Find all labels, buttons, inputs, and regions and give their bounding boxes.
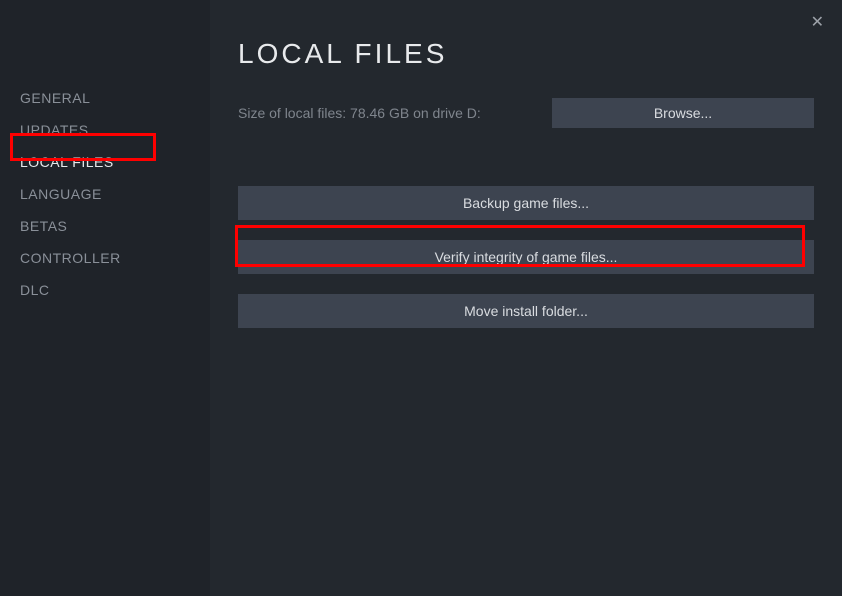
move-install-button[interactable]: Move install folder... xyxy=(238,294,814,328)
sidebar-item-general[interactable]: GENERAL xyxy=(0,82,210,114)
page-title: LOCAL FILES xyxy=(238,38,814,70)
sidebar-item-controller[interactable]: CONTROLLER xyxy=(0,242,210,274)
main-panel: ✕ LOCAL FILES Size of local files: 78.46… xyxy=(210,0,842,596)
sidebar-item-dlc[interactable]: DLC xyxy=(0,274,210,306)
sidebar: GENERAL UPDATES LOCAL FILES LANGUAGE BET… xyxy=(0,0,210,596)
size-info-text: Size of local files: 78.46 GB on drive D… xyxy=(238,105,481,121)
sidebar-item-updates[interactable]: UPDATES xyxy=(0,114,210,146)
close-icon[interactable]: ✕ xyxy=(807,8,828,36)
browse-button[interactable]: Browse... xyxy=(552,98,814,128)
info-row: Size of local files: 78.46 GB on drive D… xyxy=(238,98,814,128)
sidebar-item-betas[interactable]: BETAS xyxy=(0,210,210,242)
backup-button[interactable]: Backup game files... xyxy=(238,186,814,220)
verify-integrity-button[interactable]: Verify integrity of game files... xyxy=(238,240,814,274)
sidebar-item-language[interactable]: LANGUAGE xyxy=(0,178,210,210)
sidebar-item-local-files[interactable]: LOCAL FILES xyxy=(0,146,210,178)
